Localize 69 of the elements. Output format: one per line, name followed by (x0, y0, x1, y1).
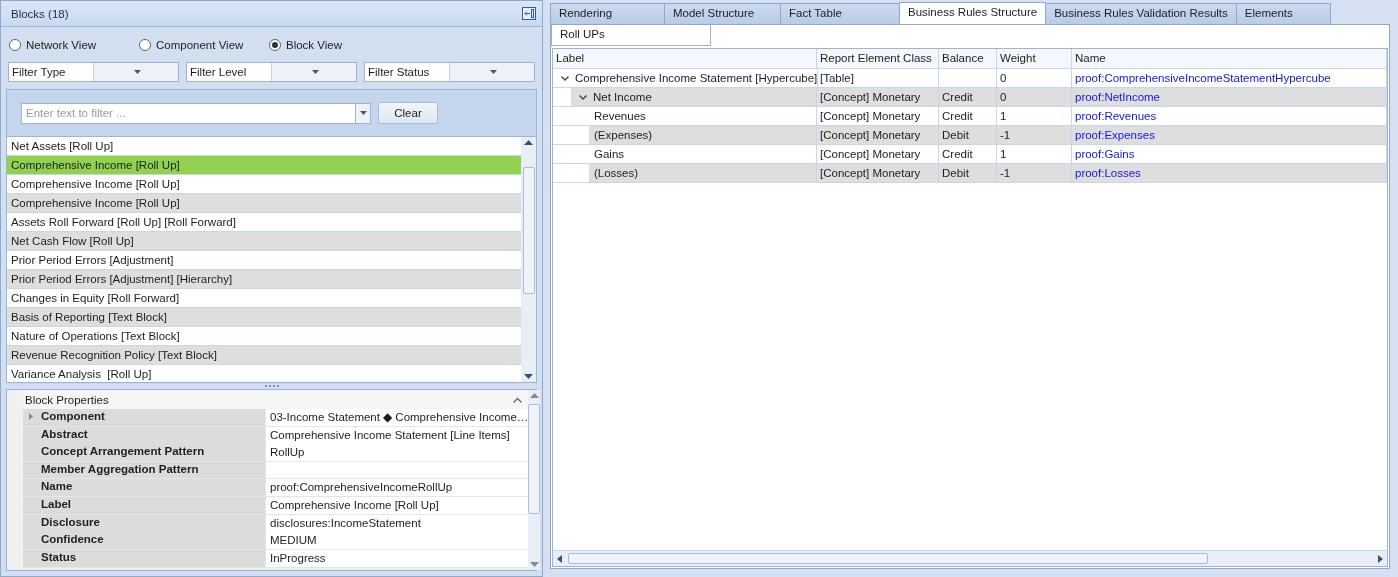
table-cell: Credit (939, 88, 997, 107)
search-field[interactable]: Enter text to filter ... (21, 102, 355, 124)
property-name: Confidence (23, 532, 265, 551)
tree-label: Net Income (593, 90, 652, 105)
tree-label: (Losses) (594, 166, 639, 181)
property-name: Component (23, 409, 265, 427)
tab[interactable]: Rendering (550, 3, 665, 24)
table-cell: [Concept] Monetary (817, 126, 939, 145)
tree-label: Gains (594, 147, 625, 162)
tab[interactable]: Business Rules Structure (899, 2, 1047, 24)
chevron-icon[interactable] (579, 94, 587, 100)
name-link[interactable]: proof:NetIncome (1072, 88, 1387, 107)
column-header[interactable]: Balance (939, 49, 997, 69)
property-name: Concept Arrangement Pattern (23, 444, 265, 463)
filter-dropdown[interactable]: Filter Level (186, 62, 357, 82)
table-cell: [Concept] Monetary (817, 164, 939, 183)
column-header[interactable]: Name (1072, 49, 1387, 69)
scrollbar-thumb[interactable] (528, 404, 541, 514)
filter-dropdown[interactable]: Filter Status (364, 62, 535, 82)
property-name: Name (23, 479, 265, 498)
column-header[interactable]: Report Element Class (817, 49, 939, 69)
properties-title: Block Properties (25, 393, 109, 406)
panel-title: Blocks (18) (11, 7, 69, 20)
tree-label: Revenues (594, 109, 646, 124)
scroll-up-icon[interactable] (524, 140, 533, 145)
tab[interactable]: Elements (1235, 3, 1331, 24)
block-list-item[interactable]: Prior Period Errors [Adjustment] [Hierarchy] (7, 270, 521, 289)
collapse-icon[interactable] (513, 396, 523, 403)
scroll-left-icon[interactable] (557, 554, 562, 563)
block-list-item[interactable]: Net Cash Flow [Roll Up] (7, 232, 521, 251)
tree-label: (Expenses) (594, 128, 653, 143)
scroll-right-icon[interactable] (1378, 554, 1383, 563)
name-link[interactable]: proof:Losses (1072, 164, 1387, 183)
column-header[interactable]: Label (553, 49, 817, 69)
chevron-icon[interactable] (561, 75, 569, 81)
scroll-down-icon[interactable] (529, 562, 539, 567)
table-cell: -1 (997, 126, 1072, 145)
table-cell: 0 (997, 88, 1072, 107)
filter-dropdown[interactable]: Filter Type (8, 62, 179, 82)
property-value[interactable]: proof:ComprehensiveIncomeRollUp (265, 479, 529, 498)
view-radio[interactable]: Block View (269, 35, 399, 55)
table-cell: -1 (997, 164, 1072, 183)
tab[interactable]: Model Structure (664, 3, 781, 24)
dock-icon[interactable] (522, 7, 536, 20)
table-cell: Debit (939, 164, 997, 183)
scroll-down-icon[interactable] (524, 374, 533, 379)
block-list-item[interactable]: Revenue Recognition Policy [Text Block] (7, 346, 521, 365)
scrollbar-thumb[interactable] (568, 553, 1208, 564)
block-list-item[interactable]: Basis of Reporting [Text Block] (7, 308, 521, 327)
tree-label: Comprehensive Income Statement [Hypercube] (575, 71, 818, 86)
name-link[interactable]: proof:Expenses (1072, 126, 1387, 145)
view-radio[interactable]: Network View (9, 35, 139, 55)
tab[interactable]: Fact Table (780, 3, 900, 24)
block-list-item[interactable]: Variance Analysis [Roll Up] (7, 365, 521, 384)
tab[interactable]: Business Rules Validation Results (1045, 3, 1237, 24)
property-value[interactable]: 03-Income Statement ◆ Comprehensive Income… (265, 409, 529, 427)
block-list-item[interactable]: Comprehensive Income [Roll Up] (7, 194, 521, 213)
scroll-up-icon[interactable] (529, 393, 539, 398)
block-list-item[interactable]: Comprehensive Income [Roll Up] (7, 156, 521, 175)
table-cell: [Concept] Monetary (817, 88, 939, 107)
scrollbar-thumb[interactable] (522, 167, 535, 294)
column-header[interactable]: Weight (997, 49, 1072, 69)
expand-icon[interactable] (28, 413, 35, 420)
property-value[interactable]: MEDIUM (265, 532, 529, 551)
view-radio[interactable]: Component View (139, 35, 269, 55)
sub-tab[interactable]: Roll UPs (551, 25, 711, 46)
table-cell: Debit (939, 126, 997, 145)
clear-button[interactable]: Clear (378, 102, 438, 124)
property-value[interactable]: RollUp (265, 444, 529, 463)
